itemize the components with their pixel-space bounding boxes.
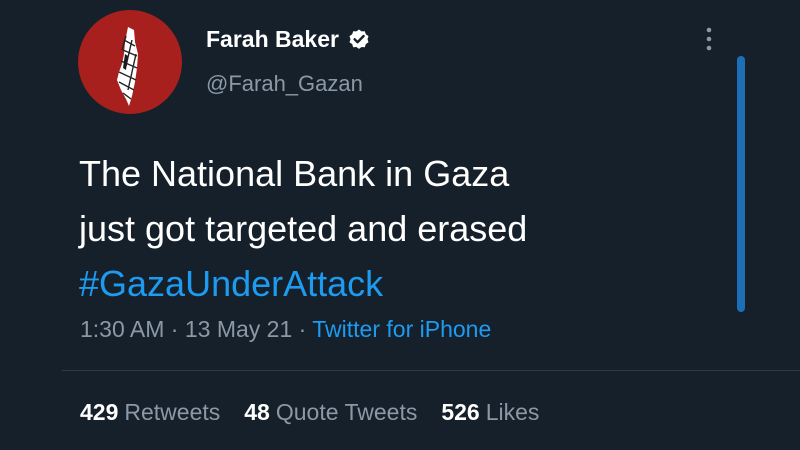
tweet-text-line: The National Bank in Gaza (79, 153, 510, 194)
tweet-source-link[interactable]: Twitter for iPhone (312, 316, 491, 342)
divider (62, 370, 800, 371)
retweets-count: 429 (80, 399, 119, 425)
quote-tweets-stat[interactable]: 48 Quote Tweets (244, 399, 417, 426)
meta-separator: · (164, 316, 185, 342)
scrollbar-thumb[interactable] (737, 56, 745, 312)
meta-separator: · (292, 316, 313, 342)
hashtag-link[interactable]: #GazaUnderAttack (79, 256, 719, 311)
tweet-stats: 429 Retweets 48 Quote Tweets 526 Likes (80, 399, 563, 426)
author-display-name[interactable]: Farah Baker (206, 26, 339, 53)
author-handle[interactable]: @Farah_Gazan (206, 71, 363, 97)
likes-stat[interactable]: 526 Likes (441, 399, 539, 426)
retweets-label: Retweets (124, 399, 221, 425)
avatar[interactable] (78, 10, 182, 114)
tweet-text-line: just got targeted and erased (79, 208, 528, 249)
tweet-detail: Farah Baker @Farah_Gazan The National Ba… (0, 0, 800, 450)
more-vertical-icon[interactable] (697, 24, 721, 54)
author-name-row: Farah Baker (206, 24, 371, 54)
likes-label: Likes (485, 399, 540, 425)
tweet-text: The National Bank in Gaza just got targe… (79, 146, 719, 311)
tweet-meta: 1:30 AM · 13 May 21 · Twitter for iPhone (80, 316, 491, 343)
tweet-time: 1:30 AM (80, 316, 165, 342)
quote-tweets-label: Quote Tweets (275, 399, 418, 425)
tweet-date: 13 May 21 (184, 316, 293, 342)
verified-badge-icon (349, 29, 369, 49)
retweets-stat[interactable]: 429 Retweets (80, 399, 220, 426)
likes-count: 526 (441, 399, 480, 425)
palestine-map-icon (117, 27, 138, 106)
quote-tweets-count: 48 (244, 399, 270, 425)
